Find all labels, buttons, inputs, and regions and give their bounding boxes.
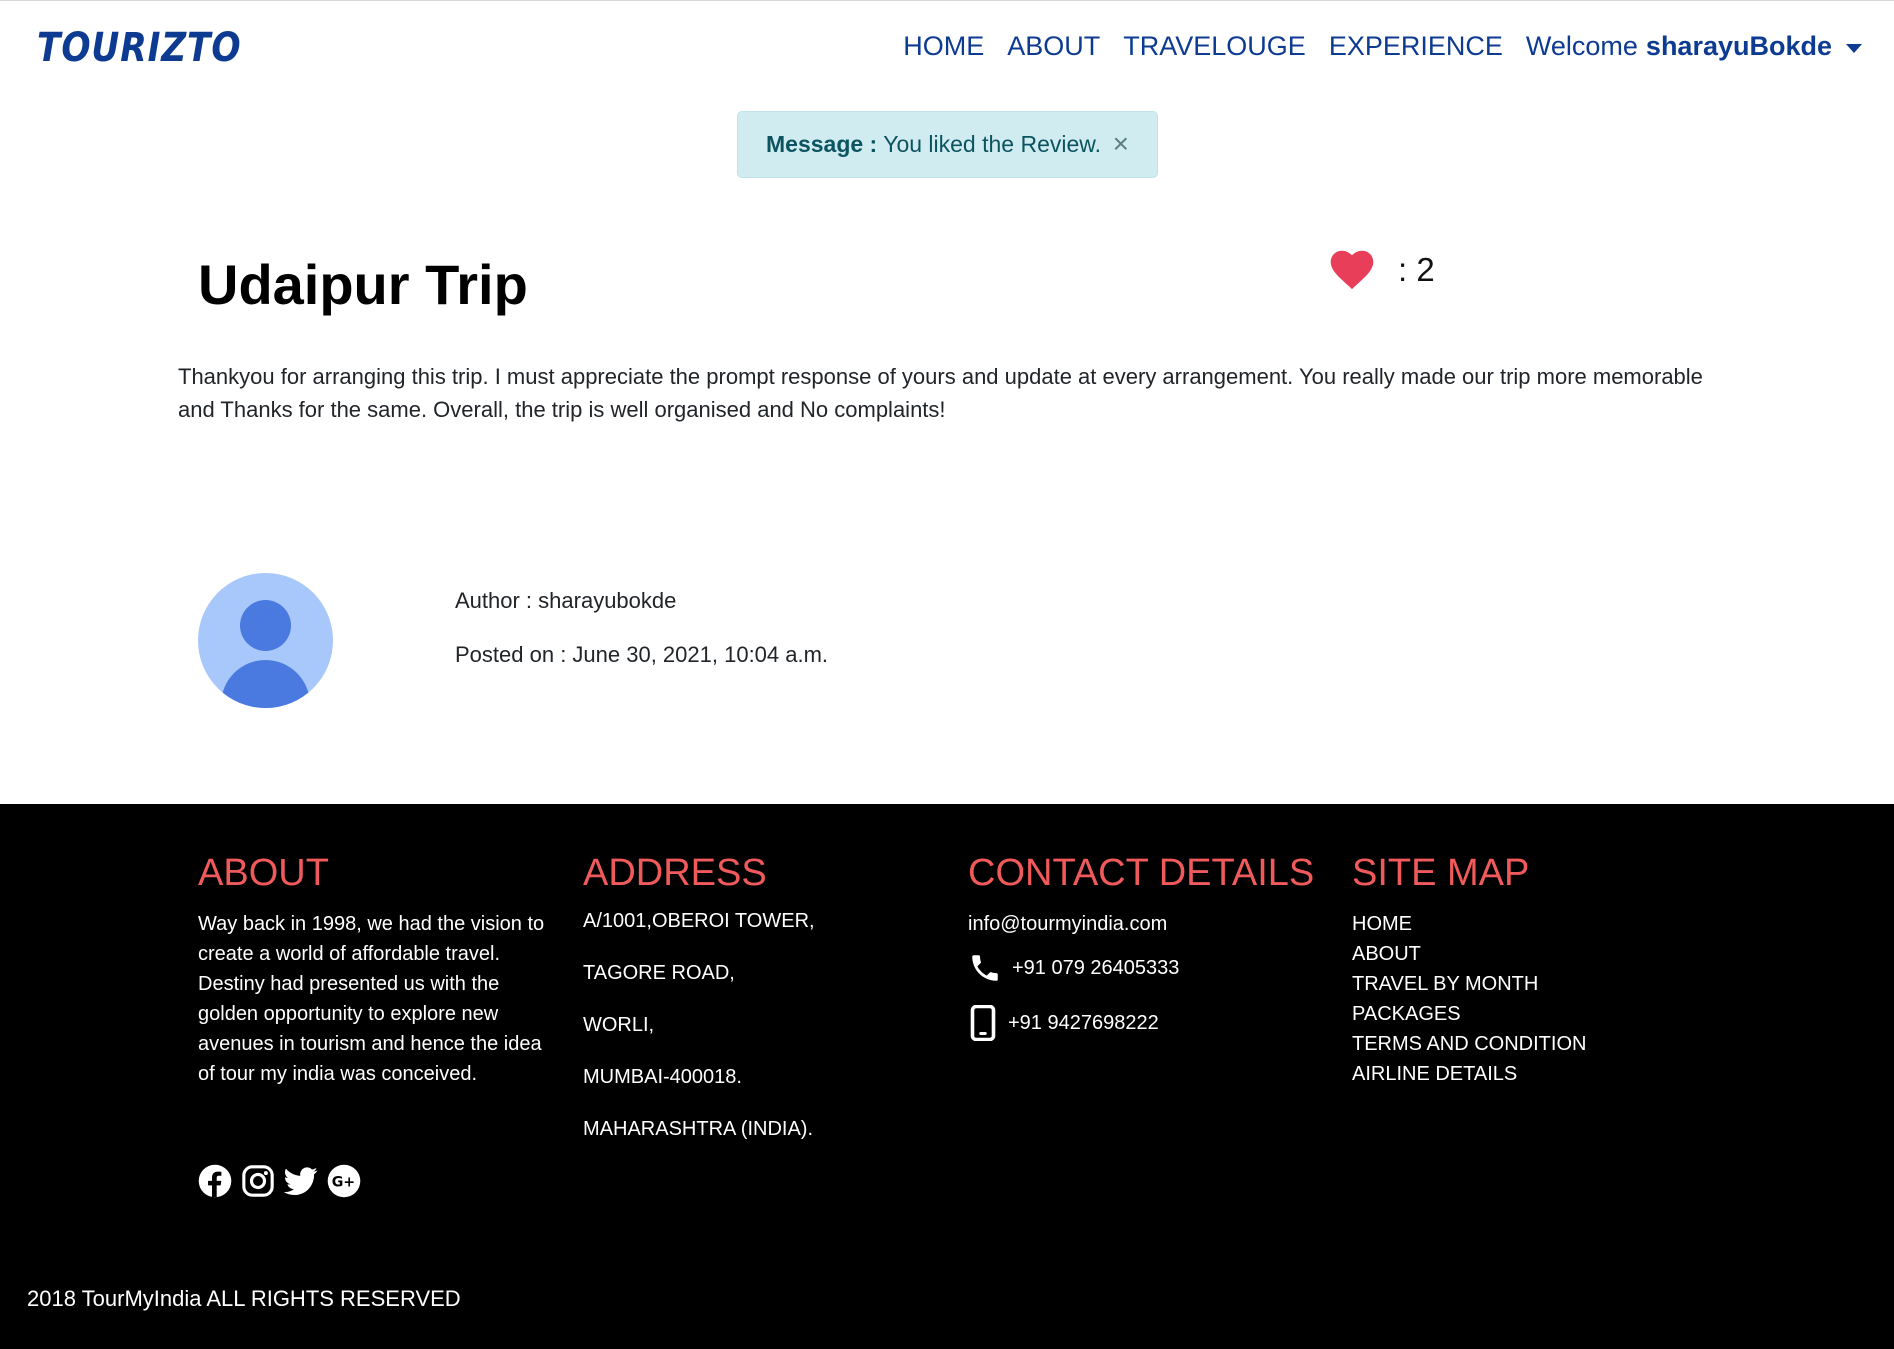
twitter-icon[interactable] <box>284 1164 318 1198</box>
avatar-body <box>221 660 310 708</box>
username: sharayuBokde <box>1645 31 1832 61</box>
alert-label: Message : <box>766 131 878 157</box>
avatar <box>198 573 333 708</box>
contact-mobile[interactable]: +91 9427698222 <box>1008 1012 1159 1035</box>
facebook-icon[interactable] <box>198 1164 232 1198</box>
nav-link-experience[interactable]: EXPERIENCE <box>1329 31 1503 62</box>
alert-text: You liked the Review. <box>883 131 1102 157</box>
review-title: Udaipur Trip <box>198 253 528 316</box>
footer-sitemap: SITE MAP HOME ABOUT TRAVEL BY MONTH PACK… <box>1352 852 1586 1089</box>
navbar: TOURIZTO HOME ABOUT TRAVELOUGE EXPERIENC… <box>0 1 1894 97</box>
address-line: MAHARASHTRA (INDIA). <box>583 1118 814 1140</box>
contact-phone-row: +91 079 26405333 <box>968 951 1314 985</box>
footer-about-heading: ABOUT <box>198 852 329 894</box>
sitemap-link-home[interactable]: HOME <box>1352 909 1586 939</box>
nav-menu: HOME ABOUT TRAVELOUGE EXPERIENCE Welcome… <box>880 31 1862 62</box>
footer-contact: CONTACT DETAILS info@tourmyindia.com +91… <box>968 852 1314 1061</box>
footer-about-text: Way back in 1998, we had the vision to c… <box>198 913 545 1085</box>
nav-link-about[interactable]: ABOUT <box>1007 31 1100 62</box>
instagram-icon[interactable] <box>241 1164 275 1198</box>
review-body: Thankyou for arranging this trip. I must… <box>178 364 1703 422</box>
sitemap-link-about[interactable]: ABOUT <box>1352 939 1586 969</box>
author-text: Author : sharayubokde <box>455 588 677 613</box>
copyright-text: 2018 TourMyIndia ALL RIGHTS RESERVED <box>27 1286 461 1311</box>
sitemap-link-terms[interactable]: TERMS AND CONDITION <box>1352 1029 1586 1059</box>
mobile-icon <box>970 1005 996 1041</box>
contact-phone[interactable]: +91 079 26405333 <box>1012 957 1179 980</box>
message-alert: Message : You liked the Review. × <box>737 111 1158 178</box>
address-line: TAGORE ROAD, <box>583 962 735 984</box>
footer: ABOUT Way back in 1998, we had the visio… <box>0 804 1894 1349</box>
sitemap-link-airline-details[interactable]: AIRLINE DETAILS <box>1352 1059 1586 1089</box>
google-plus-icon[interactable]: G+ <box>327 1164 361 1198</box>
footer-address: ADDRESS A/1001,OBEROI TOWER, TAGORE ROAD… <box>583 852 815 1169</box>
footer-contact-heading: CONTACT DETAILS <box>968 852 1315 894</box>
footer-sitemap-heading: SITE MAP <box>1352 852 1530 894</box>
contact-email[interactable]: info@tourmyindia.com <box>968 909 1314 939</box>
address-line: A/1001,OBEROI TOWER, <box>583 910 815 932</box>
address-line: WORLI, <box>583 1014 655 1036</box>
sitemap-link-packages[interactable]: PACKAGES <box>1352 999 1586 1029</box>
social-links: G+ <box>198 1164 370 1198</box>
phone-icon <box>972 955 998 981</box>
footer-about: ABOUT Way back in 1998, we had the visio… <box>198 852 548 1089</box>
like-button[interactable]: : 2 <box>1330 250 1435 290</box>
sitemap-link-travel-by-month[interactable]: TRAVEL BY MONTH <box>1352 969 1586 999</box>
address-line: MUMBAI-400018. <box>583 1066 742 1088</box>
brand-logo[interactable]: TOURIZTO <box>37 25 241 71</box>
caret-down-icon <box>1846 43 1862 53</box>
footer-address-heading: ADDRESS <box>583 852 767 894</box>
posted-date: Posted on : June 30, 2021, 10:04 a.m. <box>455 642 829 667</box>
like-count: : 2 <box>1398 251 1435 288</box>
welcome-text: Welcome <box>1525 31 1638 61</box>
heart-icon[interactable] <box>1330 250 1374 290</box>
svg-text:G+: G+ <box>332 1175 355 1191</box>
contact-mobile-row: +91 9427698222 <box>968 1005 1314 1041</box>
user-dropdown[interactable]: Welcome sharayuBokde <box>1526 31 1862 62</box>
nav-link-home[interactable]: HOME <box>903 31 984 62</box>
nav-link-travelouge[interactable]: TRAVELOUGE <box>1123 31 1306 62</box>
close-icon[interactable]: × <box>1113 130 1129 158</box>
avatar-head <box>240 600 291 651</box>
